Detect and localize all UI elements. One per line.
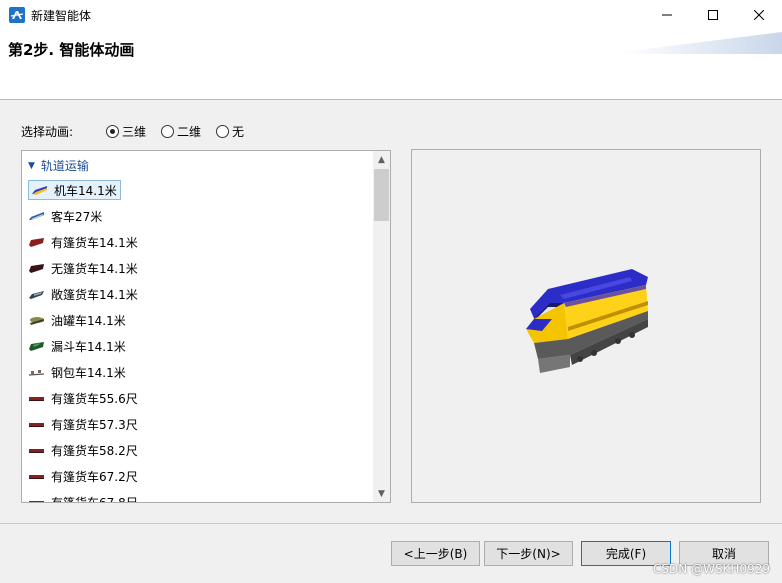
- radio-3d[interactable]: 三维: [106, 123, 146, 140]
- list-item-boxcar-67-8[interactable]: 有篷货车67.8尺: [28, 492, 138, 503]
- list-item-boxcar[interactable]: 有篷货车14.1米: [28, 232, 138, 252]
- close-icon: [754, 10, 764, 20]
- list-item-label: 有篷货车14.1米: [51, 235, 138, 250]
- animation-list[interactable]: ▼ 轨道运输 机车14.1米 客车27米 有篷货车14.1米 无篷货车14.1米…: [21, 150, 391, 503]
- list-item-label: 客车27米: [51, 209, 103, 224]
- close-button[interactable]: [736, 0, 782, 30]
- list-item-label: 有篷货车57.3尺: [51, 417, 138, 432]
- locomotive-icon: [32, 186, 47, 195]
- footer-separator: [0, 523, 782, 524]
- header-decoration: [622, 32, 782, 54]
- list-item-label: 有篷货车67.8尺: [51, 495, 138, 503]
- boxcar-icon: [29, 475, 44, 479]
- list-scrollbar[interactable]: ▲ ▼: [373, 151, 390, 502]
- preview-panel: [411, 149, 761, 503]
- step-title: 第2步. 智能体动画: [8, 41, 135, 59]
- watermark: CSDN @WSKH0929: [653, 562, 770, 576]
- animation-label: 选择动画:: [21, 125, 74, 139]
- list-item-gondola[interactable]: 敞篷货车14.1米: [28, 284, 138, 304]
- list-item-boxcar-55-6[interactable]: 有篷货车55.6尺: [28, 388, 138, 408]
- open-wagon-icon: [29, 264, 44, 273]
- list-item-label: 有篷货车55.6尺: [51, 391, 138, 406]
- list-item-open-wagon[interactable]: 无篷货车14.1米: [28, 258, 138, 278]
- list-item-label: 油罐车14.1米: [51, 313, 126, 328]
- scroll-down-icon[interactable]: ▼: [373, 485, 390, 502]
- list-item-locomotive[interactable]: 机车14.1米: [28, 180, 121, 200]
- wizard-header: 第2步. 智能体动画: [0, 32, 782, 100]
- list-item-label: 有篷货车58.2尺: [51, 443, 138, 458]
- radio-none-label: 无: [232, 125, 245, 139]
- list-item-label: 机车14.1米: [54, 183, 117, 198]
- hopper-car-icon: [29, 342, 44, 351]
- list-item-tank-car[interactable]: 油罐车14.1米: [28, 310, 126, 330]
- radio-none[interactable]: 无: [216, 123, 244, 140]
- boxcar-icon: [29, 501, 44, 502]
- radio-2d[interactable]: 二维: [161, 123, 201, 140]
- window-title: 新建智能体: [31, 9, 92, 23]
- radio-2d-dot[interactable]: [161, 125, 174, 138]
- list-item-label: 漏斗车14.1米: [51, 339, 126, 354]
- app-logo-icon: [9, 7, 25, 23]
- list-item-hopper-car[interactable]: 漏斗车14.1米: [28, 336, 126, 356]
- list-item-label: 有篷货车67.2尺: [51, 469, 138, 484]
- radio-3d-label: 三维: [122, 125, 147, 139]
- scroll-thumb[interactable]: [374, 169, 389, 221]
- boxcar-icon: [29, 238, 44, 247]
- back-button[interactable]: <上一步(B): [391, 541, 480, 566]
- maximize-button[interactable]: [690, 0, 736, 30]
- boxcar-icon: [29, 423, 44, 427]
- ladle-car-icon: [28, 370, 45, 376]
- list-item-passenger-car[interactable]: 客车27米: [28, 206, 102, 226]
- list-item-label: 无篷货车14.1米: [51, 261, 138, 276]
- list-item-boxcar-58-2[interactable]: 有篷货车58.2尺: [28, 440, 138, 460]
- title-bar: 新建智能体: [0, 0, 782, 32]
- radio-2d-label: 二维: [177, 125, 202, 139]
- maximize-icon: [708, 10, 718, 20]
- gondola-icon: [29, 291, 44, 299]
- list-item-label: 敞篷货车14.1米: [51, 287, 138, 302]
- radio-3d-dot[interactable]: [106, 125, 119, 138]
- list-item-boxcar-67-2[interactable]: 有篷货车67.2尺: [28, 466, 138, 486]
- group-rail-transport[interactable]: ▼ 轨道运输: [28, 157, 89, 174]
- boxcar-icon: [29, 449, 44, 453]
- minimize-icon: [662, 14, 672, 16]
- list-item-ladle-car[interactable]: 钢包车14.1米: [28, 362, 126, 382]
- next-button[interactable]: 下一步(N)>: [484, 541, 573, 566]
- tank-car-icon: [30, 317, 44, 325]
- locomotive-3d-preview: [526, 269, 648, 373]
- minimize-button[interactable]: [644, 0, 690, 30]
- list-item-boxcar-57-3[interactable]: 有篷货车57.3尺: [28, 414, 138, 434]
- scroll-up-icon[interactable]: ▲: [373, 151, 390, 168]
- boxcar-icon: [29, 397, 44, 401]
- radio-none-dot[interactable]: [216, 125, 229, 138]
- list-item-label: 钢包车14.1米: [51, 365, 126, 380]
- passenger-car-icon: [29, 212, 44, 220]
- collapse-triangle-icon[interactable]: ▼: [28, 161, 35, 171]
- group-label: 轨道运输: [40, 159, 89, 173]
